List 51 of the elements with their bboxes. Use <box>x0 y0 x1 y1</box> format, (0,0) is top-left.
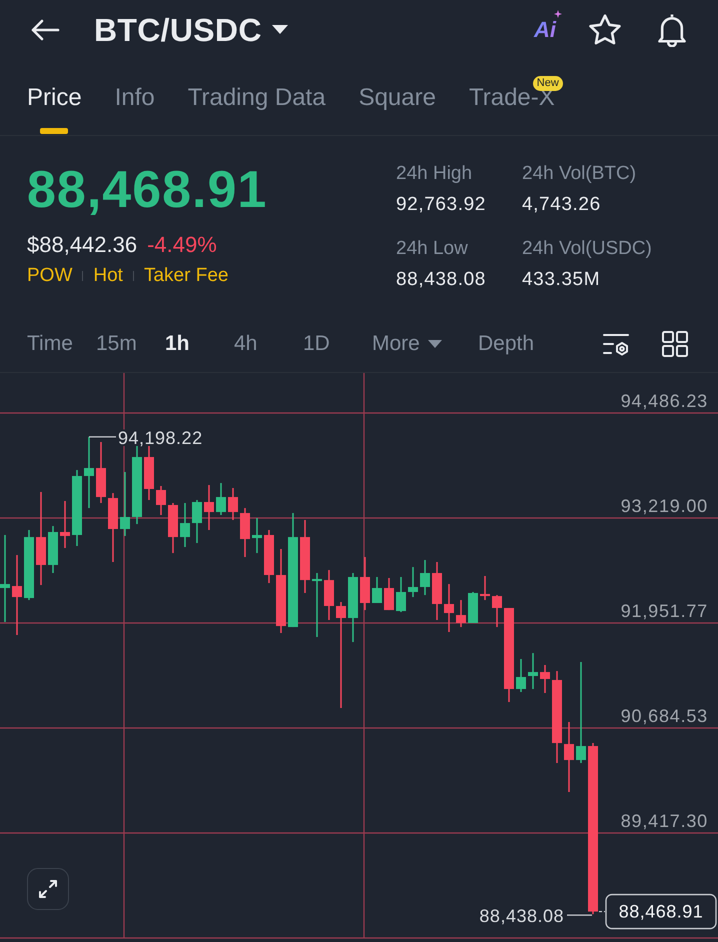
favorite-button[interactable] <box>589 14 621 46</box>
usd-price: $88,442.36 <box>27 233 138 257</box>
grid-icon[interactable] <box>662 331 688 357</box>
stat-label: 24h Low <box>396 238 469 260</box>
fullscreen-button[interactable] <box>27 868 69 910</box>
price-change: -4.49% <box>147 233 217 257</box>
interval-option[interactable]: 1D <box>303 332 330 356</box>
price-axis-label: 91,951.77 <box>620 601 708 621</box>
new-badge: New <box>532 76 563 91</box>
leader-line <box>599 910 605 912</box>
stat-value: 88,438.08 <box>396 268 487 292</box>
stat-label: 24h High <box>396 163 474 185</box>
price-axis-label: 93,219.00 <box>620 496 708 516</box>
interval-option[interactable]: Time <box>27 332 73 356</box>
price-axis-label: 89,417.30 <box>620 811 708 831</box>
tab[interactable]: Price <box>27 60 82 135</box>
notification-button[interactable] <box>656 13 688 47</box>
last-price: 88,468.91 <box>27 164 268 216</box>
caret-icon <box>428 340 442 348</box>
price-axis-label: 94,486.23 <box>620 391 708 411</box>
low-price-label: 88,438.08 <box>479 906 564 926</box>
stat-value: 433.35M <box>522 268 602 292</box>
caret-icon[interactable] <box>272 25 288 35</box>
expand-arrows-icon <box>37 878 59 900</box>
tab[interactable]: Info <box>114 60 155 135</box>
sparkle-icon <box>554 10 562 18</box>
stat-value: 4,743.26 <box>522 193 602 217</box>
interval-option[interactable]: 1h <box>165 332 190 356</box>
bell-icon <box>656 13 688 47</box>
pair-title[interactable]: BTC/USDC <box>94 12 262 48</box>
market-tag[interactable]: Hot <box>93 265 123 287</box>
interval-option[interactable]: More <box>372 332 442 356</box>
star-icon <box>589 14 621 46</box>
tab[interactable]: Trading Data <box>188 60 326 135</box>
leader-line <box>567 914 592 916</box>
back-arrow-icon <box>30 18 60 42</box>
interval-option[interactable]: Depth <box>478 332 534 356</box>
last-price-tag: 88,468.91 <box>605 894 717 930</box>
stat-value: 92,763.92 <box>396 193 487 217</box>
interval-option[interactable]: 15m <box>96 332 137 356</box>
interval-option[interactable]: 4h <box>234 332 258 356</box>
market-tag[interactable]: Taker Fee <box>144 265 228 287</box>
market-tag[interactable]: POW <box>27 265 72 287</box>
tab[interactable]: Square <box>358 60 436 135</box>
tab[interactable]: Trade-X New <box>468 60 563 135</box>
price-axis-label: 90,684.53 <box>620 706 708 726</box>
leader-line <box>89 436 116 438</box>
chart-settings-icon[interactable] <box>602 332 630 356</box>
stat-label: 24h Vol(BTC) <box>522 163 638 185</box>
stat-label: 24h Vol(USDC) <box>522 238 652 260</box>
back-button[interactable] <box>30 18 60 42</box>
